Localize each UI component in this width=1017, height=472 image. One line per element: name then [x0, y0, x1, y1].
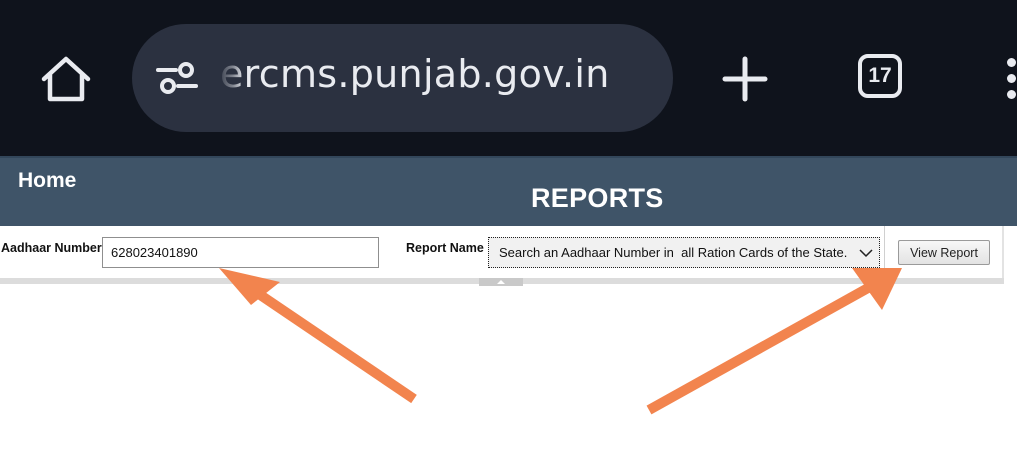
- annotation-arrows: [219, 268, 902, 415]
- arrow-to-view-report-button: [646, 268, 902, 415]
- arrow-to-aadhaar-input: [219, 268, 417, 404]
